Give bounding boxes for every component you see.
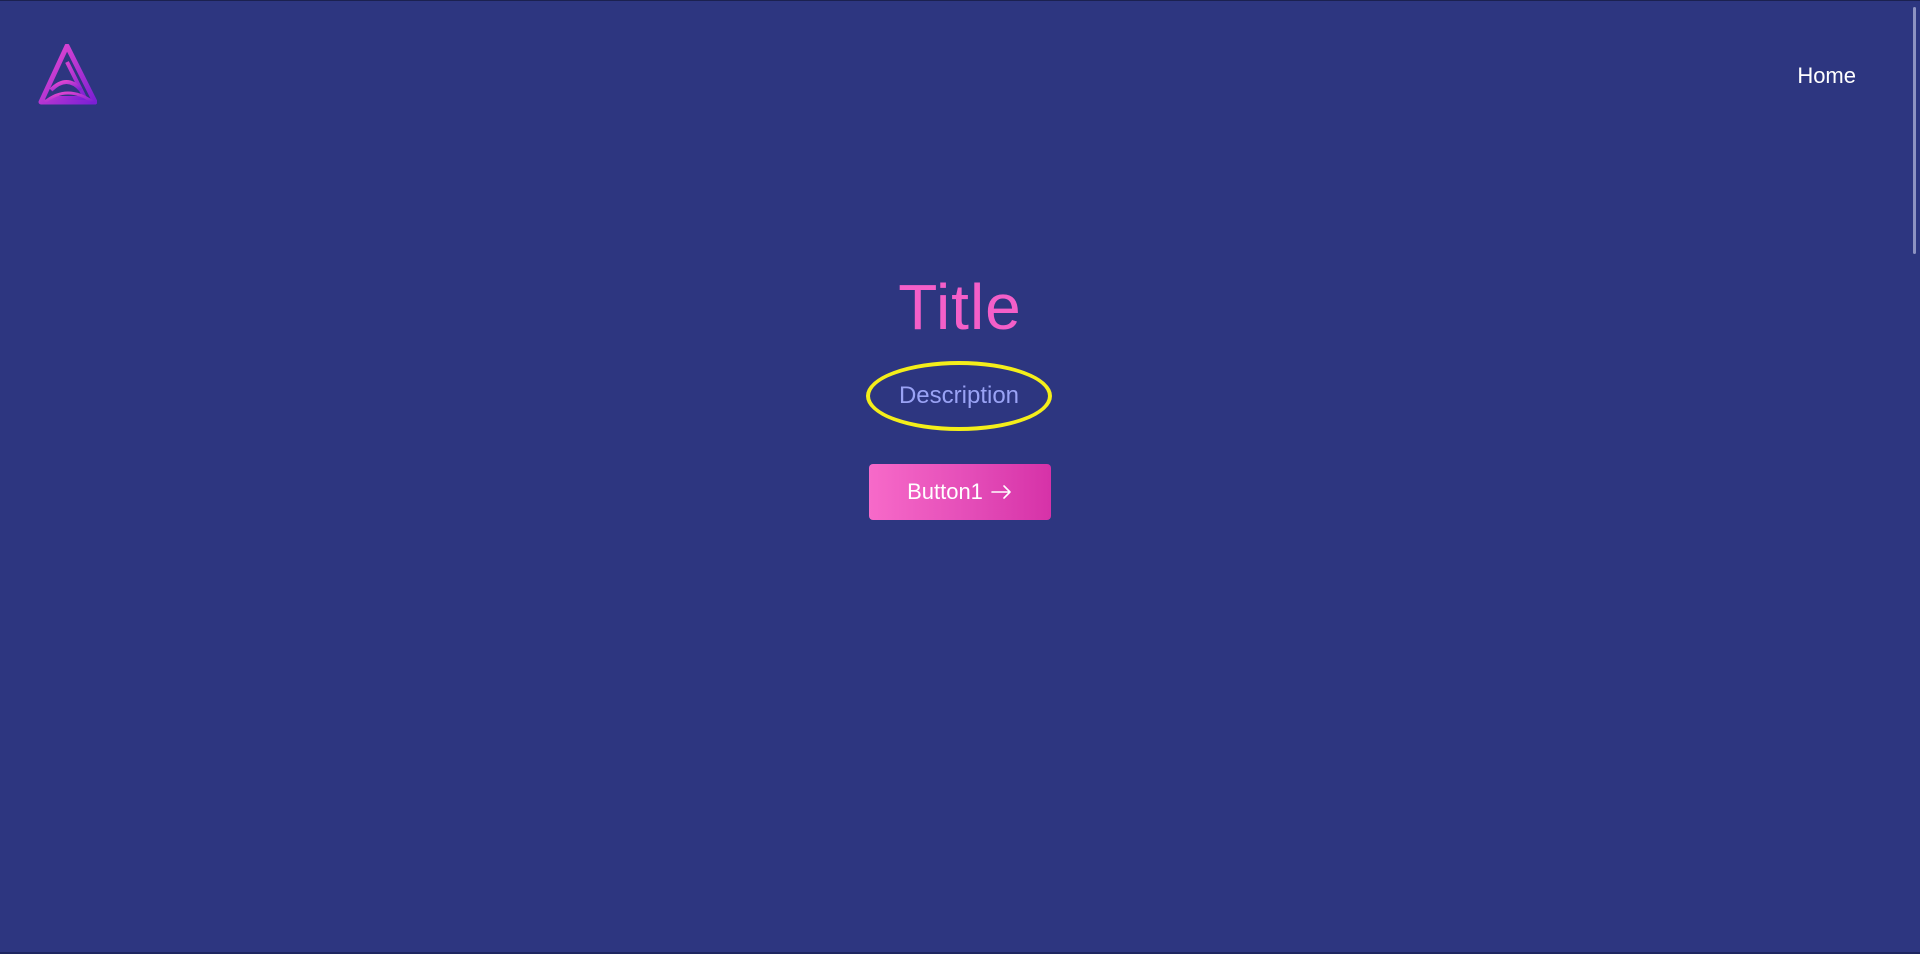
cta-button-label: Button1 — [907, 479, 983, 504]
nav-link-home[interactable]: Home — [1797, 63, 1856, 89]
vertical-scrollbar[interactable] — [1906, 1, 1920, 954]
hero-description-highlight: Description — [866, 361, 1052, 431]
cta-button[interactable]: Button1 — [869, 464, 1051, 520]
arrow-right-icon — [991, 485, 1011, 499]
hero-description: Description — [898, 382, 1020, 409]
hero-title: Title — [898, 271, 1022, 343]
scrollbar-thumb[interactable] — [1913, 7, 1916, 254]
triangle-logo-icon[interactable] — [37, 44, 97, 106]
landing-page: Home Title Description Button1 — [0, 0, 1920, 954]
